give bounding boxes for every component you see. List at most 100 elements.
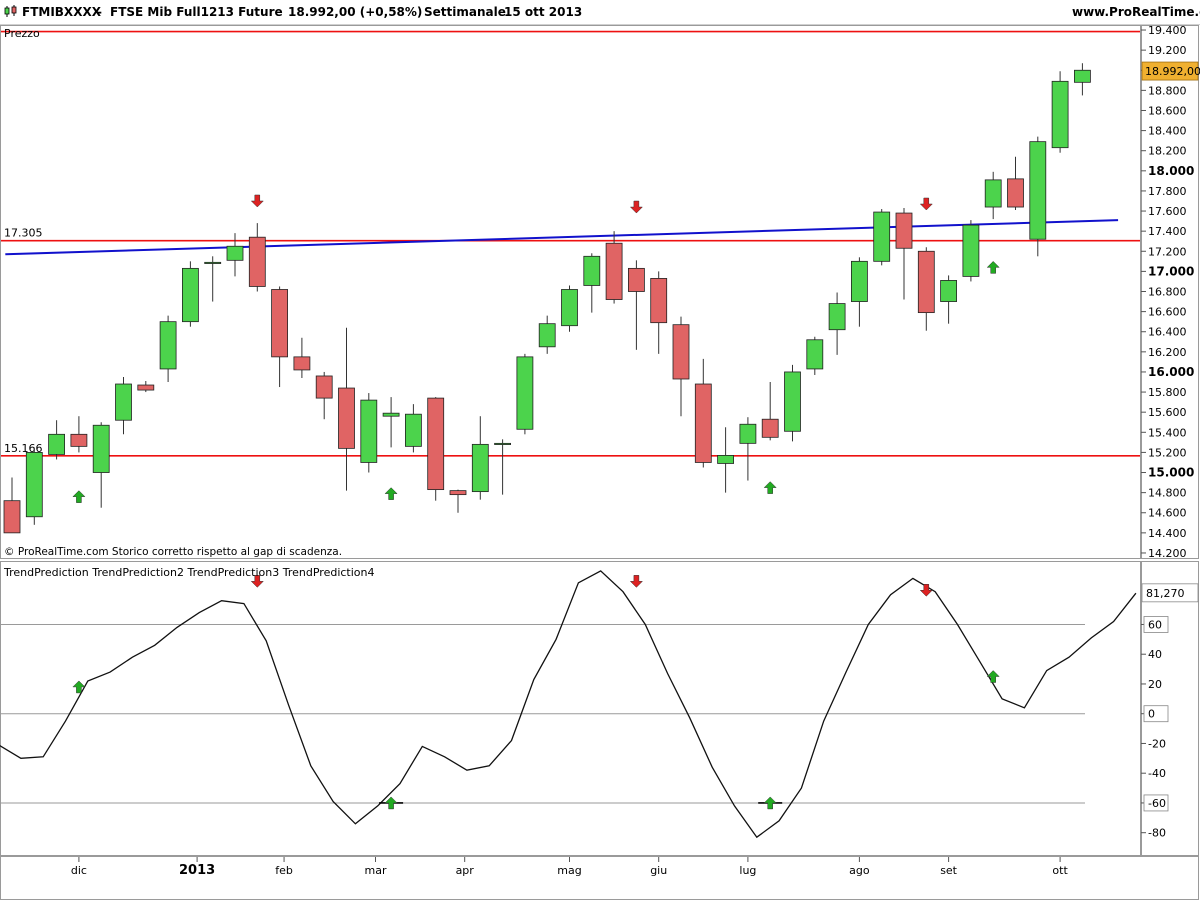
candle-up bbox=[1051, 80, 1069, 149]
price-tick-label: 15.400 bbox=[1148, 426, 1187, 439]
time-tick-label: mar bbox=[364, 864, 386, 877]
indicator-tick-label: -60 bbox=[1148, 797, 1166, 810]
price-tick-label: 18.400 bbox=[1148, 125, 1187, 138]
time-tick-label: dic bbox=[71, 864, 87, 877]
current-price-label: 18.992,00 bbox=[1145, 65, 1200, 78]
candle-down bbox=[137, 384, 155, 391]
candle-up bbox=[204, 261, 222, 264]
candle-up bbox=[962, 224, 980, 277]
time-tick-label: ago bbox=[849, 864, 870, 877]
price-tick-label: 17.400 bbox=[1148, 225, 1187, 238]
time-tick-label: apr bbox=[456, 864, 475, 877]
current-indicator-label: 81,270 bbox=[1146, 587, 1185, 600]
price-tick-label: 18.600 bbox=[1148, 104, 1187, 117]
candle-down bbox=[628, 267, 645, 292]
chart-window: FTMIBXXXX - FTSE Mib Full1213 Future 18.… bbox=[0, 0, 1200, 900]
indicator-tick-label: 20 bbox=[1148, 678, 1162, 691]
candle-up bbox=[806, 339, 824, 370]
candle-up bbox=[516, 356, 534, 430]
candle-up bbox=[561, 289, 578, 327]
candle-up bbox=[181, 267, 199, 323]
candle-down bbox=[271, 289, 289, 358]
candle-up bbox=[1074, 69, 1091, 83]
candle-down bbox=[761, 418, 779, 438]
price-tick-label: 18.000 bbox=[1148, 164, 1194, 178]
price-panel-title: Prezzo bbox=[4, 27, 40, 40]
time-tick-label: mag bbox=[557, 864, 581, 877]
time-tick-label: giu bbox=[650, 864, 667, 877]
price-tick-label: 16.800 bbox=[1148, 286, 1187, 299]
candle-up bbox=[25, 452, 43, 518]
candle-down bbox=[427, 397, 445, 491]
candle-up bbox=[494, 442, 512, 445]
candle-up bbox=[873, 211, 891, 262]
candle-down bbox=[605, 242, 623, 300]
price-tick-label: 15.800 bbox=[1148, 386, 1187, 399]
candle-up bbox=[739, 423, 757, 444]
price-tick-label: 15.000 bbox=[1148, 466, 1194, 480]
price-tick-label: 17.600 bbox=[1148, 205, 1187, 218]
indicator-tick-label: -40 bbox=[1148, 767, 1166, 780]
candle-up bbox=[360, 399, 378, 463]
candle-up bbox=[471, 443, 489, 493]
candle-down bbox=[70, 433, 88, 447]
price-tick-label: 17.800 bbox=[1148, 185, 1187, 198]
price-tick-label: 14.200 bbox=[1148, 547, 1187, 560]
time-tick-label: ott bbox=[1052, 864, 1068, 877]
price-tick-label: 14.800 bbox=[1148, 487, 1187, 500]
time-tick-label: set bbox=[940, 864, 957, 877]
time-tick-label: lug bbox=[739, 864, 756, 877]
candle-down bbox=[672, 324, 690, 380]
candle-down bbox=[449, 490, 467, 496]
candle-down bbox=[1007, 178, 1024, 208]
candle-up bbox=[940, 280, 957, 302]
candle-down bbox=[694, 383, 712, 463]
candle-up bbox=[828, 303, 846, 331]
price-tick-label: 15.600 bbox=[1148, 406, 1187, 419]
price-tick-label: 14.400 bbox=[1148, 527, 1187, 540]
indicator-tick-label: -20 bbox=[1148, 737, 1166, 750]
indicator-panel-frame bbox=[0, 561, 1141, 856]
price-tick-label: 16.600 bbox=[1148, 306, 1187, 319]
candle-up bbox=[115, 383, 132, 421]
time-tick-label: feb bbox=[275, 864, 293, 877]
price-level-label: 17.305 bbox=[4, 227, 43, 240]
indicator-tick-label: 60 bbox=[1148, 618, 1162, 631]
price-tick-label: 19.400 bbox=[1148, 24, 1187, 37]
candle-down bbox=[315, 375, 333, 399]
candle-up bbox=[984, 179, 1002, 208]
candle-up bbox=[226, 245, 244, 261]
time-tick-label: 2013 bbox=[179, 863, 215, 878]
candle-down bbox=[3, 500, 21, 534]
indicator-panel-title: TrendPrediction TrendPrediction2 TrendPr… bbox=[3, 566, 375, 579]
price-tick-label: 16.400 bbox=[1148, 326, 1187, 339]
price-tick-label: 18.200 bbox=[1148, 145, 1187, 158]
candle-up bbox=[1029, 141, 1047, 240]
candle-up bbox=[717, 455, 734, 464]
indicator-tick-label: 0 bbox=[1148, 708, 1155, 721]
candle-down bbox=[248, 236, 266, 287]
candle-up bbox=[92, 424, 110, 473]
price-tick-label: 17.200 bbox=[1148, 245, 1187, 258]
candle-up bbox=[538, 323, 556, 348]
candle-down bbox=[895, 212, 913, 249]
price-tick-label: 14.600 bbox=[1148, 507, 1187, 520]
chart-canvas[interactable]: 17.30515.166 19.40019.20019.00018.80018.… bbox=[0, 0, 1200, 900]
candle-down bbox=[338, 387, 355, 449]
candle-up bbox=[851, 260, 868, 302]
candle-up bbox=[48, 433, 65, 455]
price-tick-label: 15.200 bbox=[1148, 446, 1187, 459]
price-tick-label: 16.000 bbox=[1148, 365, 1194, 379]
candle-up bbox=[583, 255, 601, 286]
price-tick-label: 17.000 bbox=[1148, 264, 1194, 278]
price-tick-label: 18.800 bbox=[1148, 84, 1187, 97]
candle-down bbox=[917, 250, 935, 314]
indicator-tick-label: -80 bbox=[1148, 827, 1166, 840]
candle-up bbox=[382, 412, 400, 417]
candle-down bbox=[650, 278, 668, 324]
price-tick-label: 16.200 bbox=[1148, 346, 1187, 359]
candle-up bbox=[784, 371, 801, 432]
candle-down bbox=[293, 356, 311, 371]
indicator-tick-label: 40 bbox=[1148, 648, 1162, 661]
candle-up bbox=[159, 321, 177, 370]
